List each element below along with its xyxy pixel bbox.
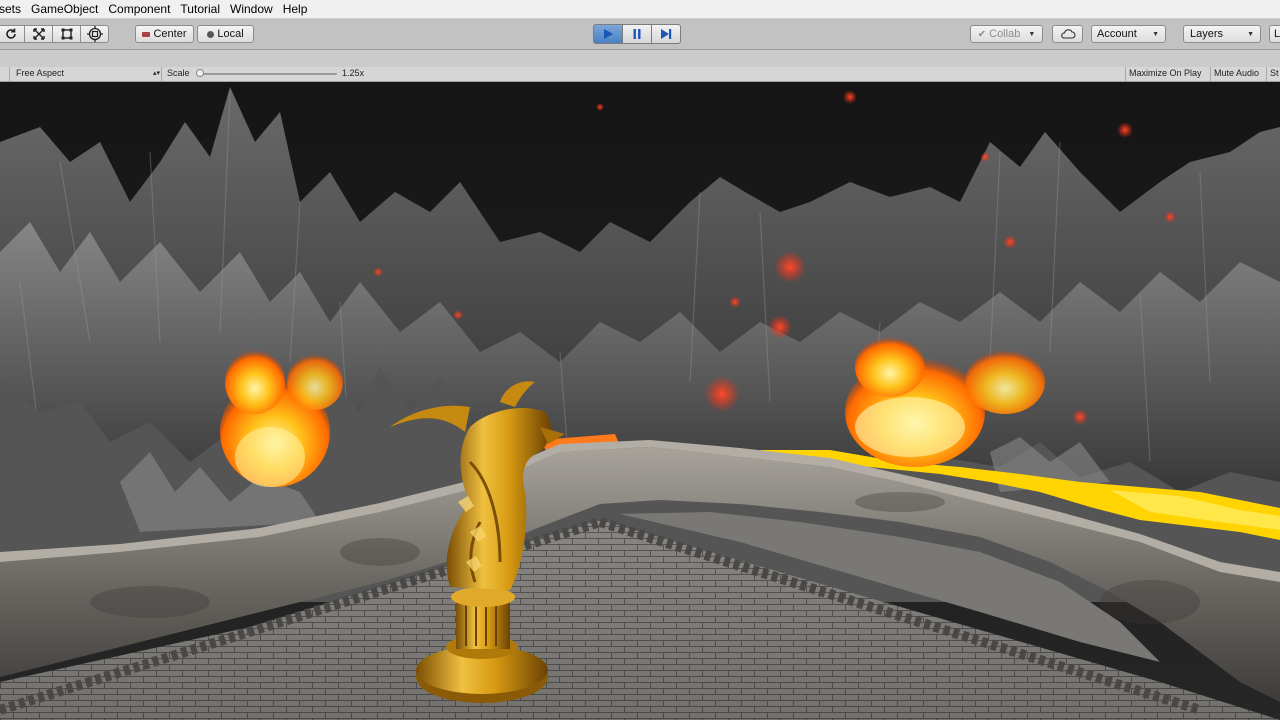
- aspect-dropdown[interactable]: Free Aspect: [16, 68, 64, 78]
- scale-tool-button[interactable]: [24, 25, 53, 43]
- layers-label: Layers: [1190, 28, 1224, 40]
- pivot-center-label: Center: [153, 28, 187, 40]
- game-scene: [0, 82, 1280, 720]
- rect-tool-icon: [61, 28, 72, 40]
- rotate-tool-icon: [5, 28, 16, 39]
- transform-tools: [0, 25, 109, 43]
- pivot-local-label: Local: [217, 28, 244, 40]
- rotate-tool-button[interactable]: [0, 25, 25, 43]
- pivot-center-button[interactable]: Center: [135, 25, 194, 43]
- transform-tool-button[interactable]: [80, 25, 109, 43]
- account-dropdown[interactable]: Account ▼: [1091, 25, 1166, 43]
- pivot-local-button[interactable]: Local: [197, 25, 254, 43]
- transform-tool-icon: [86, 26, 103, 42]
- collab-dropdown[interactable]: ✔ Collab ▼: [970, 25, 1043, 43]
- menu-component[interactable]: Component: [103, 0, 175, 18]
- maximize-on-play-toggle[interactable]: Maximize On Play: [1129, 68, 1202, 78]
- pause-icon: [633, 29, 641, 39]
- step-icon: [661, 29, 672, 39]
- chevron-down-icon: ▼: [1152, 30, 1159, 38]
- scale-tool-icon: [32, 28, 45, 40]
- header-divider: [1210, 67, 1211, 81]
- play-button[interactable]: [593, 24, 623, 44]
- pivot-icon: [142, 31, 151, 37]
- cloud-icon: [1060, 29, 1075, 39]
- stats-toggle[interactable]: St: [1270, 68, 1279, 78]
- scale-value: 1.25x: [342, 68, 365, 78]
- scale-slider-track[interactable]: [197, 73, 337, 75]
- rect-tool-button[interactable]: [52, 25, 81, 43]
- header-divider: [161, 67, 162, 81]
- layout-dropdown[interactable]: L: [1269, 25, 1280, 43]
- playback-controls: [593, 24, 681, 44]
- header-divider: [1266, 67, 1267, 81]
- header-divider: [1125, 67, 1126, 81]
- mute-audio-toggle[interactable]: Mute Audio: [1214, 68, 1259, 78]
- menu-assets[interactable]: sets: [0, 0, 26, 18]
- layout-label: L: [1274, 28, 1280, 40]
- account-label: Account: [1097, 28, 1137, 40]
- layers-dropdown[interactable]: Layers ▼: [1183, 25, 1261, 43]
- chevron-down-icon: ▼: [1028, 30, 1036, 38]
- cloud-button[interactable]: [1052, 25, 1083, 43]
- game-view-header: Free Aspect ▴▾ Scale 1.25x Maximize On P…: [0, 67, 1280, 82]
- menu-bar: sets GameObject Component Tutorial Windo…: [0, 0, 1280, 19]
- header-divider: [9, 67, 10, 81]
- menu-gameobject[interactable]: GameObject: [26, 0, 103, 18]
- check-icon: ✔: [977, 28, 987, 40]
- main-toolbar: Center Local ✔ Collab ▼ Account ▼ Layers…: [0, 19, 1280, 50]
- game-viewport[interactable]: [0, 82, 1280, 720]
- scale-label: Scale: [167, 68, 190, 78]
- play-icon: [604, 29, 613, 39]
- menu-tutorial[interactable]: Tutorial: [175, 0, 225, 18]
- chevron-down-icon: ▼: [1247, 30, 1254, 38]
- step-button[interactable]: [651, 24, 681, 44]
- pause-button[interactable]: [622, 24, 652, 44]
- menu-window[interactable]: Window: [225, 0, 278, 18]
- chevron-down-icon: ▴▾: [153, 70, 161, 77]
- globe-icon: [207, 30, 215, 38]
- game-view-tab-strip: [0, 50, 1280, 67]
- collab-label: Collab: [989, 28, 1021, 40]
- scale-slider-thumb[interactable]: [196, 69, 204, 77]
- menu-help[interactable]: Help: [278, 0, 313, 18]
